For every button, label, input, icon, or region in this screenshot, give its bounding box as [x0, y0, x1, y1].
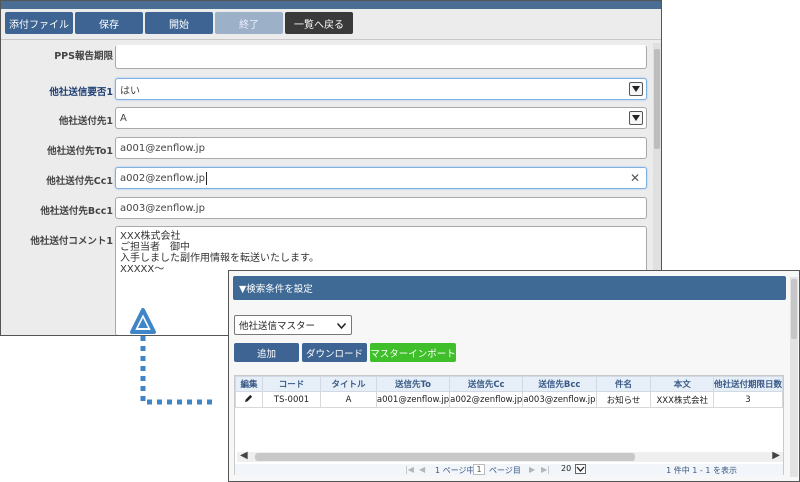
scrollbar-thumb[interactable] [255, 453, 635, 461]
scrollbar-thumb[interactable] [791, 279, 797, 339]
scroll-left-icon[interactable]: ◀ [240, 450, 248, 461]
pager-prefix: 1 ページ中 [435, 466, 475, 475]
toolbar-divider [1, 39, 661, 40]
title-cell: A [320, 391, 377, 408]
column-header[interactable]: コード [261, 376, 322, 392]
column-header[interactable]: タイトル [320, 376, 377, 392]
results-table: 編集 コード タイトル 送信先To 送信先Cc 送信先Bcc 件名 本文 他社送… [235, 376, 784, 408]
send-needed-value: はい [120, 85, 140, 97]
bcc-value: a003@zenflow.jp [120, 202, 205, 214]
edit-cell[interactable] [235, 391, 263, 408]
next-page-icon[interactable]: ▶ [529, 465, 535, 474]
action-buttons: 追加 ダウンロード マスターインポート [234, 343, 456, 362]
chevron-down-icon [337, 323, 346, 329]
attach-file-button[interactable]: 添付ファイル [5, 12, 73, 34]
first-page-icon[interactable]: |◀ [405, 465, 414, 474]
comment-label: 他社送付コメント1 [30, 236, 113, 247]
table-row[interactable]: TS-0001 A a001@zenflow.jp a002@zenflow.j… [235, 391, 784, 408]
save-button[interactable]: 保存 [75, 12, 143, 34]
column-header[interactable]: 送信先Cc [449, 376, 524, 392]
pps-report-deadline-field[interactable] [115, 45, 647, 69]
master-select-value: 他社送信マスター [239, 321, 316, 332]
start-button[interactable]: 開始 [145, 12, 213, 34]
end-button[interactable]: 終了 [215, 12, 283, 34]
prev-page-icon[interactable]: ◀ [419, 465, 425, 474]
destination-value: A [120, 112, 127, 124]
column-header[interactable]: 本文 [650, 376, 714, 392]
record-count: 1 件中 1 - 1 を表示 [666, 466, 737, 475]
chevron-down-icon[interactable] [575, 464, 586, 474]
master-select[interactable]: 他社送信マスター [234, 315, 352, 335]
form-scrollbar-thumb[interactable] [654, 49, 660, 149]
back-to-list-button[interactable]: 一覧へ戻る [285, 12, 353, 34]
chevron-down-icon[interactable] [629, 111, 643, 125]
search-window-scrollbar[interactable] [790, 277, 798, 477]
text-caret [205, 171, 207, 185]
pencil-icon[interactable] [244, 394, 253, 403]
results-grid: 編集 コード タイトル 送信先To 送信先Cc 送信先Bcc 件名 本文 他社送… [234, 375, 784, 476]
pps-report-deadline-label: PPS報告期限 [54, 51, 113, 62]
column-header[interactable]: 件名 [595, 376, 652, 392]
dotted-connector-arrow [140, 336, 214, 405]
cc-label: 他社送付先Cc1 [46, 176, 113, 187]
comment-line: XXX株式会社 [120, 231, 181, 242]
scroll-right-icon[interactable]: ▶ [772, 450, 780, 461]
cc-cell: a002@zenflow.jp [449, 391, 524, 408]
grid-horizontal-scrollbar[interactable]: ◀ ▶ [237, 450, 783, 462]
page-size-value: 20 [561, 464, 572, 473]
insert-marker-icon [130, 308, 156, 334]
subject-cell: お知らせ [595, 391, 652, 408]
toolbar: 添付ファイル 保存 開始 終了 一覧へ戻る [5, 12, 353, 34]
to-field[interactable]: a001@zenflow.jp [115, 137, 647, 159]
to-label: 他社送付先To1 [47, 146, 113, 157]
page-size-select[interactable]: 20 [561, 464, 591, 475]
send-needed-label: 他社送信要否1 [49, 87, 113, 98]
pager: |◀ ◀ 1 ページ中 1 ページ目 ▶ ▶| 20 1 件中 1 - 1 を表… [235, 464, 783, 476]
destination-select[interactable]: A [115, 107, 647, 129]
add-button[interactable]: 追加 [234, 343, 299, 362]
bcc-field[interactable]: a003@zenflow.jp [115, 197, 647, 219]
body-cell: XXX株式会社 [650, 391, 714, 408]
column-header[interactable]: 送信先To [375, 376, 451, 392]
comment-line: 入手しました副作用情報を転送いたします。 [120, 253, 319, 264]
chevron-down-icon[interactable] [629, 82, 643, 96]
master-import-button[interactable]: マスターインポート [370, 343, 456, 362]
table-header-row: 編集 コード タイトル 送信先To 送信先Cc 送信先Bcc 件名 本文 他社送… [235, 376, 784, 392]
search-window: ▼検索条件を設定 他社送信マスター 追加 ダウンロード マスターインポート 編集… [228, 270, 800, 482]
column-header[interactable]: 送信先Bcc [522, 376, 597, 392]
window-top-bar [1, 1, 661, 9]
to-value: a001@zenflow.jp [120, 142, 205, 154]
column-header[interactable]: 他社送付期限日数 [712, 376, 784, 392]
code-cell: TS-0001 [261, 391, 322, 408]
bcc-cell: a003@zenflow.jp [522, 391, 597, 408]
clear-icon[interactable]: ✕ [630, 171, 640, 185]
cc-field[interactable]: a002@zenflow.jp ✕ [115, 167, 647, 189]
bcc-label: 他社送付先Bcc1 [40, 206, 113, 217]
download-button[interactable]: ダウンロード [302, 343, 367, 362]
page-number-input[interactable]: 1 [473, 464, 485, 475]
to-cell: a001@zenflow.jp [375, 391, 451, 408]
column-header[interactable]: 編集 [235, 376, 263, 392]
send-needed-select[interactable]: はい [115, 78, 647, 100]
cc-value: a002@zenflow.jp [120, 172, 205, 184]
deadline-days-cell: 3 [712, 391, 784, 408]
pager-suffix: ページ目 [489, 466, 521, 475]
destination-label: 他社送付先1 [58, 116, 113, 127]
comment-line: ご担当者 御中 [120, 242, 190, 253]
last-page-icon[interactable]: ▶| [541, 465, 550, 474]
search-condition-header[interactable]: ▼検索条件を設定 [233, 276, 786, 300]
